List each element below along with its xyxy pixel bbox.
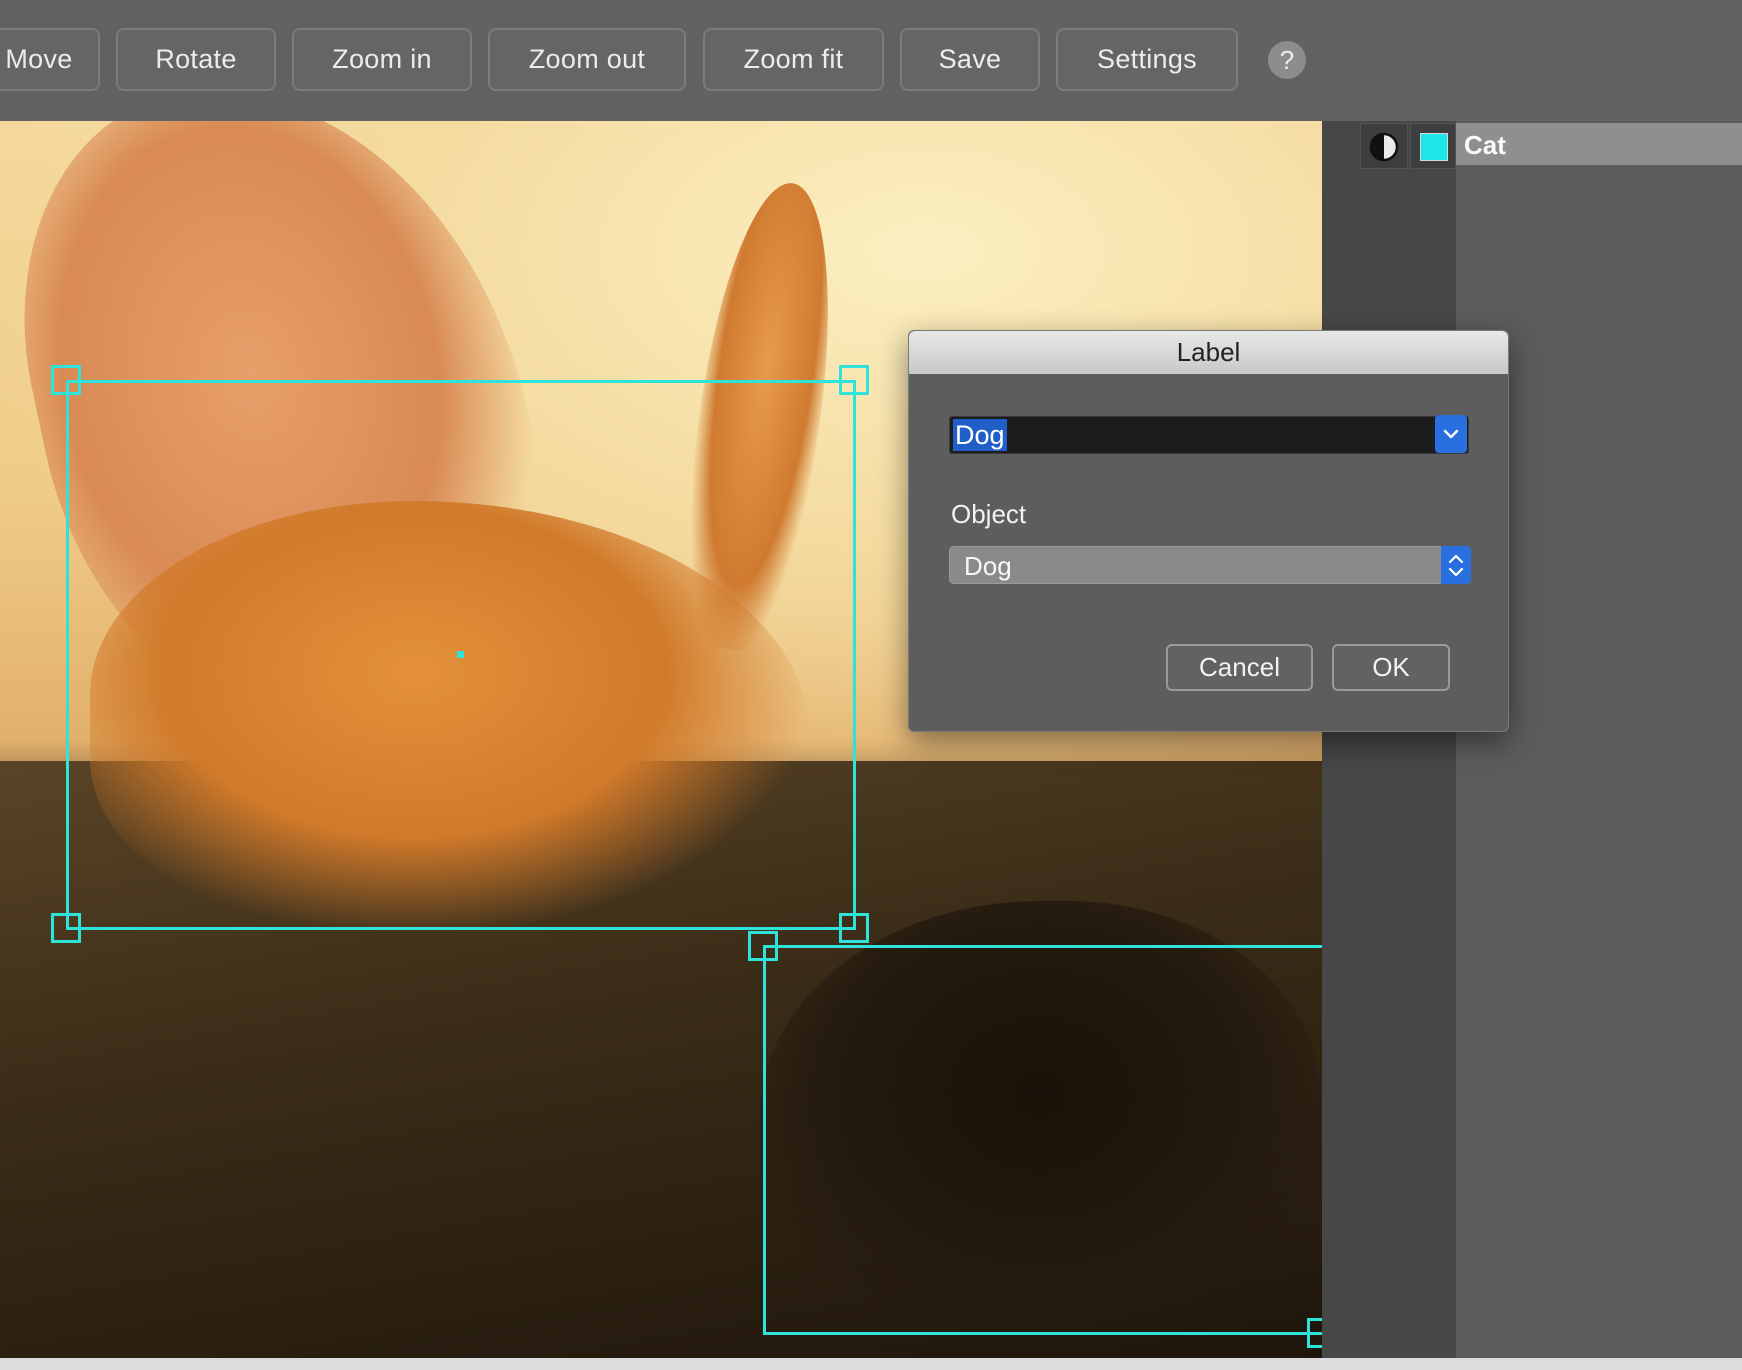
settings-button[interactable]: Settings (1056, 28, 1238, 91)
rotate-button[interactable]: Rotate (116, 28, 276, 91)
resize-handle[interactable] (51, 365, 81, 395)
bottom-status-strip (0, 1358, 1742, 1370)
label-name-panel (1456, 121, 1742, 1358)
label-list-panel (1322, 121, 1456, 1358)
toolbar: Move Rotate Zoom in Zoom out Zoom fit Sa… (0, 0, 1742, 121)
label-combo-input[interactable]: Dog (949, 416, 1469, 454)
resize-handle[interactable] (1307, 1318, 1322, 1348)
zoom-out-button[interactable]: Zoom out (488, 28, 686, 91)
resize-handle[interactable] (51, 913, 81, 943)
resize-handle[interactable] (748, 931, 778, 961)
zoom-fit-button[interactable]: Zoom fit (703, 28, 884, 91)
object-select-value: Dog (964, 551, 1012, 581)
contrast-toggle[interactable] (1360, 123, 1408, 169)
resize-handle[interactable] (839, 913, 869, 943)
label-dialog: Label Dog Object Dog Cancel OK (908, 330, 1509, 732)
zoom-in-button[interactable]: Zoom in (292, 28, 472, 91)
ok-button[interactable]: OK (1332, 644, 1450, 691)
help-icon[interactable]: ? (1268, 41, 1306, 79)
bounding-box-dog[interactable] (763, 945, 1322, 1335)
label-color-cell[interactable] (1410, 123, 1456, 169)
label-combo-value: Dog (953, 419, 1007, 451)
contrast-icon (1369, 132, 1399, 162)
resize-handle[interactable] (839, 365, 869, 395)
combo-dropdown-button[interactable] (1435, 415, 1467, 453)
image-canvas[interactable] (0, 121, 1322, 1358)
object-select[interactable]: Dog (949, 546, 1471, 584)
dialog-title: Label (909, 331, 1508, 374)
chevron-down-icon (1435, 415, 1467, 453)
cancel-button[interactable]: Cancel (1166, 644, 1313, 691)
object-label: Object (951, 499, 1027, 529)
select-stepper-icon[interactable] (1441, 546, 1471, 584)
save-button[interactable]: Save (900, 28, 1040, 91)
center-point[interactable] (457, 651, 464, 658)
label-color-swatch[interactable] (1420, 133, 1448, 161)
label-list-item-name: Cat (1464, 130, 1506, 160)
move-button[interactable]: Move (0, 28, 100, 91)
